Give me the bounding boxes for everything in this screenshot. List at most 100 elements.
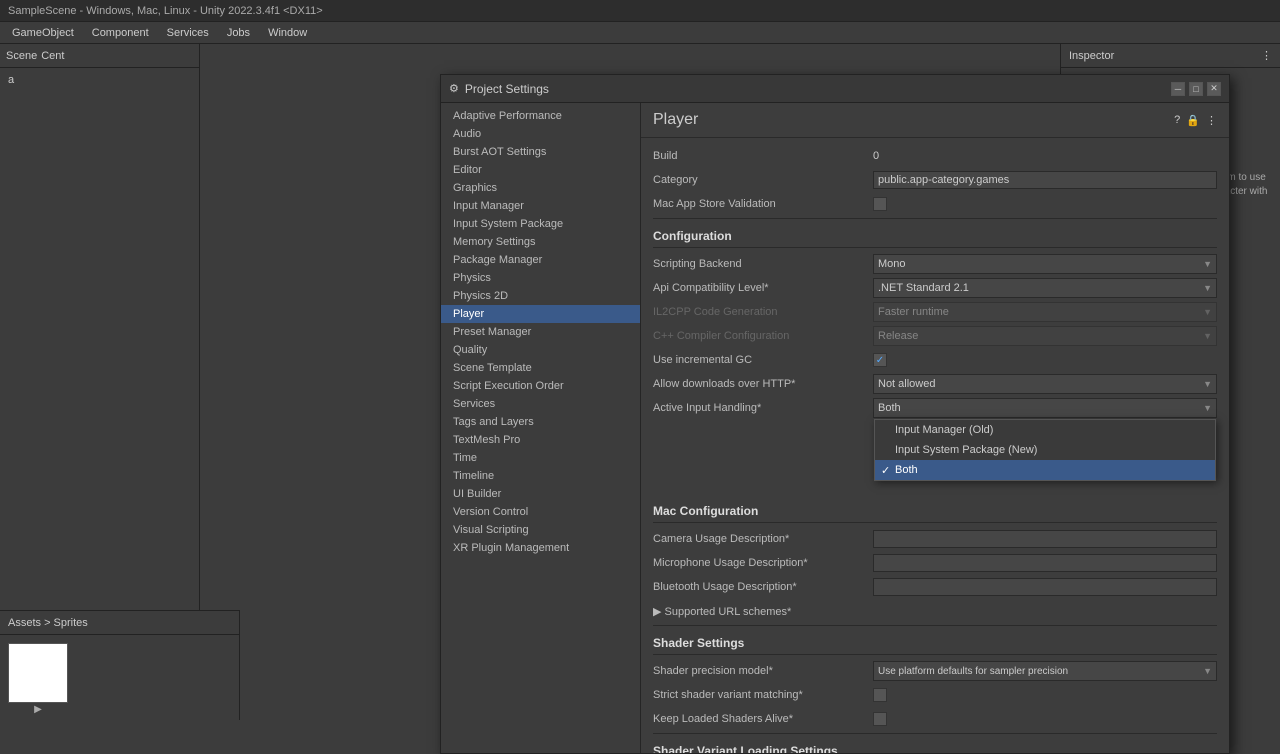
dropdown-option-new[interactable]: Input System Package (New) (875, 440, 1215, 460)
category-row: Category (653, 170, 1217, 190)
sidebar-item-physics2d[interactable]: Physics 2D (441, 287, 640, 305)
player-header-icons: ? 🔒 ⋮ (1174, 114, 1217, 127)
scripting-backend-row: Scripting Backend Mono ▼ (653, 254, 1217, 274)
menu-bar: GameObject Component Services Jobs Windo… (0, 22, 1280, 44)
active-input-label: Active Input Handling* (653, 402, 873, 414)
settings-sidebar: Adaptive Performance Audio Burst AOT Set… (441, 103, 641, 753)
menu-window[interactable]: Window (260, 25, 315, 41)
more-icon[interactable]: ⋮ (1206, 114, 1217, 127)
sprite-thumbnail (8, 643, 68, 703)
sidebar-item-quality[interactable]: Quality (441, 341, 640, 359)
shader-variant-section: Shader Variant Loading Settings (653, 738, 1217, 753)
shader-precision-dropdown[interactable]: Use platform defaults for sampler precis… (873, 661, 1217, 681)
mac-config-section: Mac Configuration (653, 498, 1217, 523)
cpp-compiler-dropdown[interactable]: Release ▼ (873, 326, 1217, 346)
dialog-maximize-btn[interactable]: □ (1189, 82, 1203, 96)
inspector-header: Inspector ⋮ (1061, 44, 1280, 68)
bluetooth-usage-input[interactable] (873, 578, 1217, 596)
sidebar-item-physics[interactable]: Physics (441, 269, 640, 287)
dropdown-arrow2: ▼ (1203, 283, 1212, 293)
sidebar-item-tags[interactable]: Tags and Layers (441, 413, 640, 431)
sidebar-item-player[interactable]: Player (441, 305, 640, 323)
strict-shader-checkbox[interactable] (873, 688, 887, 702)
scripting-backend-dropdown[interactable]: Mono ▼ (873, 254, 1217, 274)
dropdown-option-old[interactable]: Input Manager (Old) (875, 420, 1215, 440)
active-input-row: Active Input Handling* Both ▼ Input Mana… (653, 398, 1217, 418)
sidebar-item-scene-template[interactable]: Scene Template (441, 359, 640, 377)
incremental-gc-label: Use incremental GC (653, 354, 873, 366)
category-input[interactable] (873, 171, 1217, 189)
dropdown-arrow: ▼ (1203, 259, 1212, 269)
sidebar-item-script-execution[interactable]: Script Execution Order (441, 377, 640, 395)
build-label: Build (653, 150, 873, 162)
bottom-panel-header: Assets > Sprites (0, 611, 239, 635)
configuration-section: Configuration (653, 223, 1217, 248)
active-input-dropdown[interactable]: Both ▼ Input Manager (Old) Input System … (873, 398, 1217, 418)
strict-shader-label: Strict shader variant matching* (653, 689, 873, 701)
sidebar-item-visual-scripting[interactable]: Visual Scripting (441, 521, 640, 539)
il2cpp-row: IL2CPP Code Generation Faster runtime ▼ (653, 302, 1217, 322)
sprite-label: ▶ (34, 704, 42, 715)
sidebar-item-time[interactable]: Time (441, 449, 640, 467)
inspector-title: Inspector (1069, 50, 1114, 62)
shader-precision-label: Shader precision model* (653, 665, 873, 677)
sidebar-item-input-manager[interactable]: Input Manager (441, 197, 640, 215)
center-label: Cent (41, 50, 64, 62)
microphone-usage-row: Microphone Usage Description* (653, 553, 1217, 573)
active-input-popup: Input Manager (Old) Input System Package… (874, 419, 1216, 481)
dropdown-option-both[interactable]: Both (875, 460, 1215, 480)
content-inner: Build 0 Category Mac App Store Validatio… (641, 138, 1229, 753)
dialog-title-bar[interactable]: ⚙ Project Settings ─ □ ✕ (441, 75, 1229, 103)
keep-shaders-checkbox[interactable] (873, 712, 887, 726)
dialog-close-btn[interactable]: ✕ (1207, 82, 1221, 96)
sidebar-item-version-control[interactable]: Version Control (441, 503, 640, 521)
sidebar-item-package-manager[interactable]: Package Manager (441, 251, 640, 269)
sidebar-item-xr[interactable]: XR Plugin Management (441, 539, 640, 557)
sidebar-item-graphics[interactable]: Graphics (441, 179, 640, 197)
mac-store-label: Mac App Store Validation (653, 198, 873, 210)
sidebar-item-editor[interactable]: Editor (441, 161, 640, 179)
divider1 (653, 218, 1217, 219)
shader-settings-section: Shader Settings (653, 630, 1217, 655)
asset-content: ▶ (0, 635, 239, 723)
sidebar-item-timeline[interactable]: Timeline (441, 467, 640, 485)
lock-icon[interactable]: 🔒 (1186, 114, 1200, 127)
sidebar-item-audio[interactable]: Audio (441, 125, 640, 143)
shader-precision-row: Shader precision model* Use platform def… (653, 661, 1217, 681)
menu-services[interactable]: Services (159, 25, 217, 41)
keep-shaders-label: Keep Loaded Shaders Alive* (653, 713, 873, 725)
menu-jobs[interactable]: Jobs (219, 25, 258, 41)
sidebar-item-adaptive[interactable]: Adaptive Performance (441, 107, 640, 125)
sidebar-item-input-system[interactable]: Input System Package (441, 215, 640, 233)
mac-store-checkbox[interactable] (873, 197, 887, 211)
scene-item: a (4, 72, 195, 88)
build-value: 0 (873, 150, 1217, 162)
microphone-usage-input[interactable] (873, 554, 1217, 572)
menu-component[interactable]: Component (84, 25, 157, 41)
sidebar-item-services[interactable]: Services (441, 395, 640, 413)
asset-item-sprites[interactable]: ▶ (8, 643, 68, 715)
dialog-body: Adaptive Performance Audio Burst AOT Set… (441, 103, 1229, 753)
allow-downloads-dropdown[interactable]: Not allowed ▼ (873, 374, 1217, 394)
api-compat-row: Api Compatibility Level* .NET Standard 2… (653, 278, 1217, 298)
sidebar-item-ui-builder[interactable]: UI Builder (441, 485, 640, 503)
sidebar-item-textmesh[interactable]: TextMesh Pro (441, 431, 640, 449)
sidebar-item-memory[interactable]: Memory Settings (441, 233, 640, 251)
camera-usage-row: Camera Usage Description* (653, 529, 1217, 549)
sidebar-item-preset[interactable]: Preset Manager (441, 323, 640, 341)
inspector-menu-icon[interactable]: ⋮ (1261, 49, 1272, 62)
incremental-gc-checkbox[interactable] (873, 353, 887, 367)
menu-gameobject[interactable]: GameObject (4, 25, 82, 41)
help-icon[interactable]: ? (1174, 114, 1180, 127)
allow-downloads-label: Allow downloads over HTTP* (653, 378, 873, 390)
il2cpp-dropdown[interactable]: Faster runtime ▼ (873, 302, 1217, 322)
divider2 (653, 625, 1217, 626)
il2cpp-label: IL2CPP Code Generation (653, 306, 873, 318)
api-compat-dropdown[interactable]: .NET Standard 2.1 ▼ (873, 278, 1217, 298)
cpp-compiler-row: C++ Compiler Configuration Release ▼ (653, 326, 1217, 346)
cpp-compiler-label: C++ Compiler Configuration (653, 330, 873, 342)
camera-usage-input[interactable] (873, 530, 1217, 548)
sidebar-item-burst[interactable]: Burst AOT Settings (441, 143, 640, 161)
dialog-minimize-btn[interactable]: ─ (1171, 82, 1185, 96)
api-compat-label: Api Compatibility Level* (653, 282, 873, 294)
